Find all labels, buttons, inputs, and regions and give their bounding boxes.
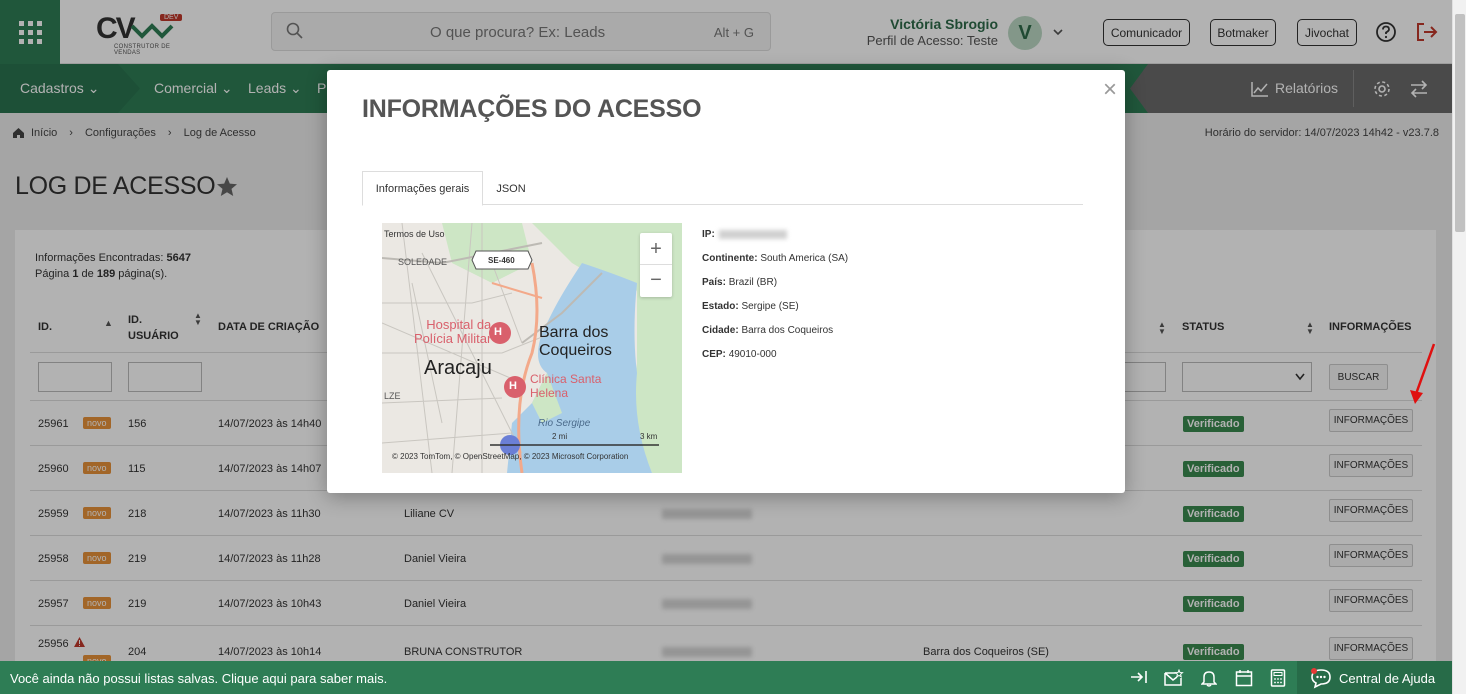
continent-row: Continente: South America (SA) — [702, 247, 848, 271]
zoom-in-button[interactable]: + — [640, 233, 672, 265]
map-label-line: Helena — [530, 386, 569, 400]
state-row: Estado: Sergipe (SE) — [702, 295, 848, 319]
field-value: Barra dos Coqueiros — [741, 325, 834, 336]
ip-blurred — [718, 229, 787, 239]
scrollbar-thumb[interactable] — [1455, 14, 1465, 232]
red-arrow-annotation — [1410, 343, 1436, 404]
field-value: Sergipe (SE) — [741, 301, 799, 312]
field-label: CEP: — [702, 349, 726, 360]
help-center-label: Central de Ajuda — [1339, 671, 1436, 686]
country-row: País: Brazil (BR) — [702, 271, 848, 295]
map-label: Barra dos Coqueiros — [539, 324, 612, 360]
access-details: IP: Continente: South America (SA) País:… — [702, 223, 848, 367]
hospital-icon: H — [509, 380, 517, 392]
cep-row: CEP: 49010-000 — [702, 343, 848, 367]
close-icon[interactable]: × — [1103, 76, 1117, 104]
map-label-line: Barra dos — [539, 324, 609, 341]
map-label: SE-460 — [488, 256, 515, 265]
map-label-line: Polícia Militar — [414, 331, 492, 346]
field-value: Brazil (BR) — [728, 277, 778, 288]
login-arrow-icon[interactable] — [1130, 669, 1148, 685]
field-label: IP: — [702, 229, 715, 240]
chat-support-icon — [1311, 668, 1331, 689]
map-zoom-controls: + − — [640, 233, 672, 297]
tab-json[interactable]: JSON — [483, 171, 539, 206]
calendar-icon[interactable] — [1235, 669, 1253, 687]
tab-informacoes-gerais[interactable]: Informações gerais — [362, 171, 483, 206]
map-label: Clínica Santa Helena — [530, 372, 601, 400]
modal-tabs: Informações gerais JSON — [362, 171, 1083, 206]
field-value: South America (SA) — [760, 253, 849, 264]
mail-star-icon[interactable] — [1164, 669, 1184, 687]
map-label: Rio Sergipe — [538, 418, 591, 429]
map-label: Hospital da Polícia Militar — [414, 318, 491, 346]
map-scale-mi: 2 mi — [552, 432, 568, 441]
field-label: Cidade: — [702, 325, 739, 336]
map-label: Aracaju — [424, 357, 492, 379]
map-label-line: Coqueiros — [539, 342, 612, 359]
footer-bar: Você ainda não possui listas salvas. Cli… — [0, 661, 1452, 694]
location-map[interactable]: Termos de Uso SOLEDADE SE-460 Hospital d… — [382, 223, 682, 473]
map-scale-km: 3 km — [640, 432, 658, 441]
map-attribution: © 2023 TomTom, © OpenStreetMap, © 2023 M… — [392, 452, 629, 461]
map-label: SOLEDADE — [398, 257, 448, 267]
map-label: LZE — [384, 391, 401, 401]
access-info-modal: INFORMAÇÕES DO ACESSO × Informações gera… — [327, 70, 1125, 493]
map-terms-link[interactable]: Termos de Uso — [384, 229, 445, 239]
hospital-icon: H — [494, 326, 502, 338]
field-value: 49010-000 — [728, 349, 777, 360]
modal-title: INFORMAÇÕES DO ACESSO — [362, 95, 702, 123]
zoom-out-button[interactable]: − — [640, 265, 672, 296]
ip-row: IP: — [702, 223, 848, 247]
bell-icon[interactable] — [1201, 669, 1217, 687]
map-label-line: Clínica Santa — [530, 372, 602, 386]
calculator-icon[interactable] — [1270, 669, 1286, 687]
field-label: Estado: — [702, 301, 739, 312]
field-label: País: — [702, 277, 726, 288]
saved-lists-message[interactable]: Você ainda não possui listas salvas. Cli… — [10, 671, 387, 686]
page-scrollbar[interactable] — [1452, 0, 1466, 694]
help-center-button[interactable]: Central de Ajuda — [1297, 661, 1452, 694]
city-row: Cidade: Barra dos Coqueiros — [702, 319, 848, 343]
field-label: Continente: — [702, 253, 758, 264]
map-label-line: Hospital da — [426, 317, 492, 332]
